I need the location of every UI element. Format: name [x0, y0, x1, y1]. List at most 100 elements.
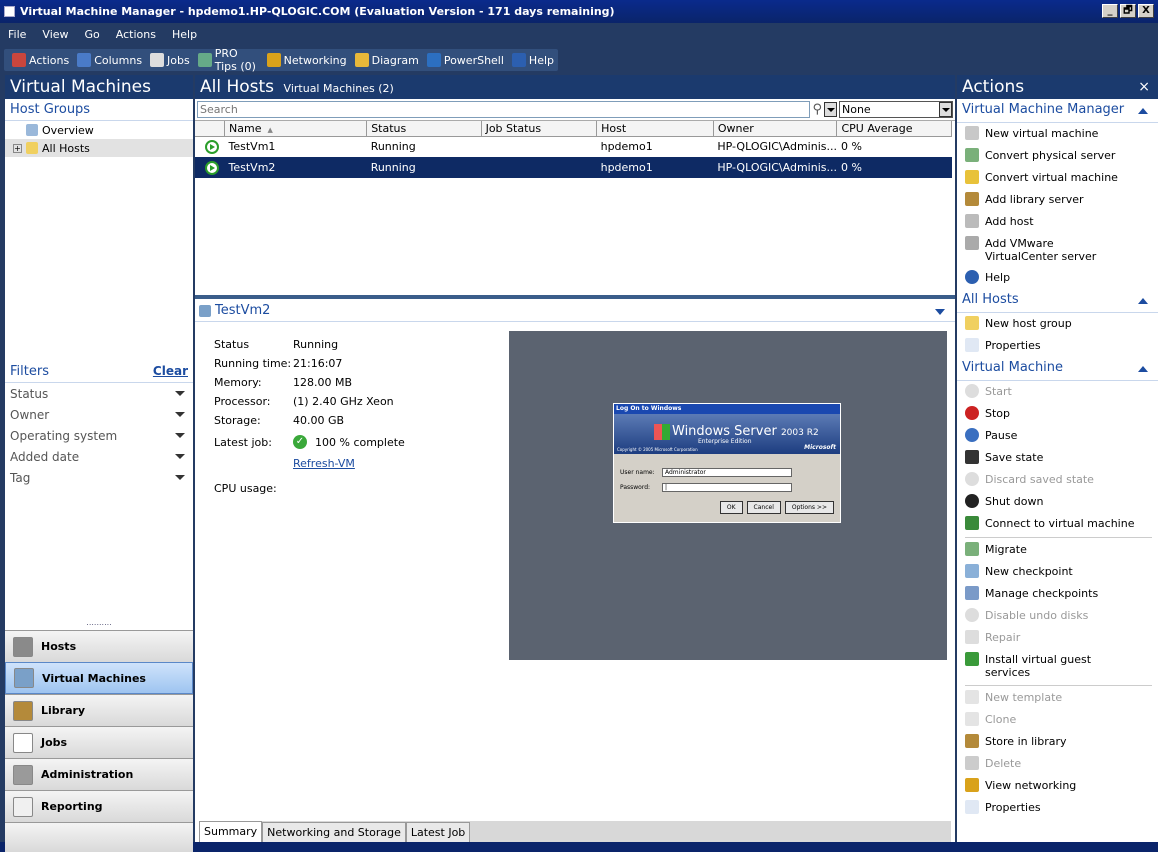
menu-actions[interactable]: Actions	[108, 26, 164, 46]
filter-list: Status Owner Operating system Added date Tag	[5, 383, 193, 488]
filter-added-date[interactable]: Added date	[5, 446, 193, 467]
action-properties[interactable]: Properties	[957, 335, 1158, 357]
close-icon[interactable]: ×	[1138, 75, 1150, 99]
toolbar-pro-tips-0-button[interactable]: PRO Tips (0)	[194, 47, 263, 73]
close-button[interactable]: X	[1138, 4, 1154, 18]
action-label: Shut down	[985, 495, 1044, 508]
action-delete[interactable]: Delete	[957, 753, 1158, 775]
minimize-button[interactable]: _	[1102, 4, 1118, 18]
wunderbar-administration[interactable]: Administration	[5, 758, 193, 790]
tree-item-overview[interactable]: Overview	[5, 121, 193, 139]
toolbar-actions-button[interactable]: Actions	[8, 53, 73, 67]
wunderbar-virtual-machines[interactable]: Virtual Machines	[5, 662, 193, 694]
action-add-vmware-virtualcenter-server[interactable]: Add VMware VirtualCenter server	[957, 233, 1158, 267]
action-convert-virtual-machine[interactable]: Convert virtual machine	[957, 167, 1158, 189]
action-new-host-group[interactable]: New host group	[957, 313, 1158, 335]
row-indicator-header	[195, 121, 226, 137]
action-properties[interactable]: Properties	[957, 797, 1158, 819]
actions-pane: Actions × Virtual Machine Manager New vir…	[957, 75, 1158, 842]
action-stop[interactable]: Stop	[957, 403, 1158, 425]
pro-tips-icon	[197, 53, 212, 67]
action-discard-saved-state[interactable]: Discard saved state	[957, 469, 1158, 491]
wunderbar-reporting[interactable]: Reporting	[5, 790, 193, 822]
search-icon[interactable]: ⚲	[812, 102, 822, 117]
expand-icon[interactable]: +	[13, 143, 22, 153]
action-new-checkpoint[interactable]: New checkpoint	[957, 561, 1158, 583]
refresh-vm-link[interactable]: Refresh-VM	[293, 457, 355, 470]
column-header-cpu-average[interactable]: CPU Average	[836, 121, 952, 137]
action-start[interactable]: Start	[957, 381, 1158, 403]
action-group-all-hosts[interactable]: All Hosts	[957, 289, 1158, 313]
expand-icon[interactable]	[13, 126, 22, 135]
menu-help[interactable]: Help	[164, 26, 205, 46]
filter-owner[interactable]: Owner	[5, 404, 193, 425]
toolbar-label: PowerShell	[443, 53, 504, 67]
action-manage-checkpoints[interactable]: Manage checkpoints	[957, 583, 1158, 605]
toolbar-columns-button[interactable]: Columns	[73, 53, 146, 67]
table-row[interactable]: TestVm2 Running hpdemo1 HP-QLOGIC\Adminis..…	[195, 157, 952, 178]
collapse-icon[interactable]	[1138, 298, 1148, 304]
column-header-status[interactable]: Status	[366, 121, 482, 137]
clear-filters-link[interactable]: Clear	[153, 364, 188, 378]
toolbar-powershell-button[interactable]: PowerShell	[423, 53, 508, 67]
collapse-icon[interactable]	[1138, 108, 1148, 114]
search-options-dropdown[interactable]	[824, 102, 837, 117]
pane-splitter[interactable]	[195, 295, 955, 299]
action-repair[interactable]: Repair	[957, 627, 1158, 649]
action-install-virtual-guest-services[interactable]: Install virtual guest services	[957, 649, 1158, 683]
vm-console-thumbnail[interactable]: Log On to Windows Windows Server 2003 R2…	[509, 331, 947, 660]
column-label: Host	[601, 121, 627, 135]
toolbar-label: Columns	[94, 53, 143, 67]
column-header-job-status[interactable]: Job Status	[481, 121, 598, 137]
toolbar-jobs-button[interactable]: Jobs	[146, 53, 194, 67]
action-add-library-server[interactable]: Add library server	[957, 189, 1158, 211]
start-icon	[965, 384, 979, 398]
toolbar-help-button[interactable]: Help	[508, 53, 558, 67]
filter-operating-system[interactable]: Operating system	[5, 425, 193, 446]
action-new-virtual-machine[interactable]: New virtual machine	[957, 123, 1158, 145]
collapse-icon[interactable]	[935, 309, 945, 315]
filter-tag[interactable]: Tag	[5, 467, 193, 488]
menu-file[interactable]: File	[0, 26, 34, 46]
action-connect-to-virtual-machine[interactable]: Connect to virtual machine	[957, 513, 1158, 535]
action-group-virtual-machine-manager[interactable]: Virtual Machine Manager	[957, 99, 1158, 123]
action-shut-down[interactable]: Shut down	[957, 491, 1158, 513]
menu-go[interactable]: Go	[77, 26, 108, 46]
toolbar-networking-button[interactable]: Networking	[263, 53, 351, 67]
action-add-host[interactable]: Add host	[957, 211, 1158, 233]
action-pause[interactable]: Pause	[957, 425, 1158, 447]
search-input[interactable]	[197, 101, 811, 118]
toolbar-diagram-button[interactable]: Diagram	[351, 53, 423, 67]
filter-select[interactable]: None	[839, 101, 953, 118]
action-label: Discard saved state	[985, 473, 1094, 486]
action-help[interactable]: Help	[957, 267, 1158, 289]
column-header-name[interactable]: Name ▲	[224, 121, 368, 137]
table-row[interactable]: TestVm1 Running hpdemo1 HP-QLOGIC\Adminis..…	[195, 136, 952, 157]
action-group-virtual-machine[interactable]: Virtual Machine	[957, 357, 1158, 381]
wunderbar-library[interactable]: Library	[5, 694, 193, 726]
filter-status[interactable]: Status	[5, 383, 193, 404]
tab-networking-and-storage[interactable]: Networking and Storage	[262, 822, 406, 842]
wunderbar-overflow[interactable]	[5, 822, 193, 852]
column-header-owner[interactable]: Owner	[713, 121, 838, 137]
action-convert-physical-server[interactable]: Convert physical server	[957, 145, 1158, 167]
tab-latest-job[interactable]: Latest Job	[405, 822, 471, 842]
tab-summary[interactable]: Summary	[199, 821, 263, 842]
action-save-state[interactable]: Save state	[957, 447, 1158, 469]
toolbar: Actions Columns Jobs PRO Tips (0) Networking…	[4, 47, 558, 73]
action-migrate[interactable]: Migrate	[957, 539, 1158, 561]
wunderbar-jobs[interactable]: Jobs	[5, 726, 193, 758]
column-header-host[interactable]: Host	[596, 121, 714, 137]
action-disable-undo-disks[interactable]: Disable undo disks	[957, 605, 1158, 627]
tree-item-all-hosts[interactable]: + All Hosts	[5, 139, 193, 157]
menu-view[interactable]: View	[34, 26, 76, 46]
splitter-grip[interactable]: ..........	[5, 618, 193, 630]
action-clone[interactable]: Clone	[957, 709, 1158, 731]
wunderbar-hosts[interactable]: Hosts	[5, 630, 193, 662]
action-view-networking[interactable]: View networking	[957, 775, 1158, 797]
collapse-icon[interactable]	[1138, 366, 1148, 372]
action-store-in-library[interactable]: Store in library	[957, 731, 1158, 753]
host-tree: Overview + All Hosts	[5, 121, 193, 157]
restore-button[interactable]: 🗗	[1120, 4, 1136, 18]
action-new-template[interactable]: New template	[957, 687, 1158, 709]
